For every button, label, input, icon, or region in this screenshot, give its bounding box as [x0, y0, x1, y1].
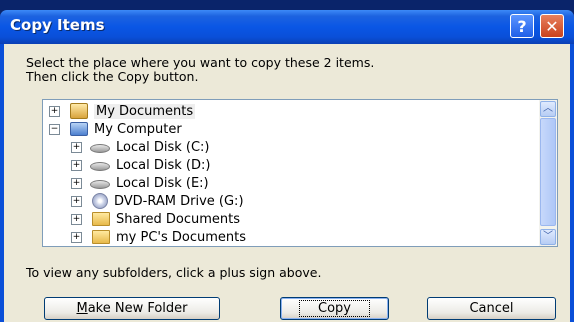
expand-icon[interactable]: +	[71, 213, 82, 225]
window-frame-right	[570, 44, 574, 322]
tree-item-label: Shared Documents	[116, 211, 241, 227]
mnemonic-letter: M	[76, 301, 88, 316]
expand-icon[interactable]: +	[49, 105, 60, 117]
tree-item-my-documents[interactable]: + My Documents	[49, 102, 196, 120]
copy-items-dialog: Copy Items ? ✕ Select the place where yo…	[0, 0, 574, 322]
close-button[interactable]: ✕	[540, 14, 564, 38]
dialog-body: Select the place where you want to copy …	[4, 44, 570, 322]
tree-item-dvd-ram-drive[interactable]: + DVD-RAM Drive (G:)	[71, 192, 244, 210]
tree-item-label: Local Disk (E:)	[116, 175, 209, 191]
copy-button[interactable]: Copy	[280, 297, 389, 320]
subfolder-hint-text: To view any subfolders, click a plus sig…	[26, 265, 322, 280]
tree-item-local-disk-c[interactable]: + Local Disk (C:)	[71, 138, 209, 156]
hard-disk-icon	[90, 180, 110, 189]
vertical-scrollbar[interactable]: ︿ ﹀	[539, 100, 557, 246]
scroll-thumb[interactable]	[540, 118, 556, 226]
tree-item-label: my PC's Documents	[116, 229, 247, 245]
help-button[interactable]: ?	[510, 14, 534, 38]
tree-item-local-disk-e[interactable]: + Local Disk (E:)	[71, 174, 209, 192]
folder-tree[interactable]: + My Documents − My Computer + Local Dis…	[42, 99, 558, 247]
hard-disk-icon	[90, 144, 110, 153]
scroll-up-button[interactable]: ︿	[540, 101, 556, 117]
folder-icon	[92, 230, 110, 244]
hard-disk-icon	[90, 162, 110, 171]
expand-icon[interactable]: +	[71, 141, 82, 153]
tree-item-shared-documents[interactable]: + Shared Documents	[71, 210, 240, 228]
tree-item-label: Local Disk (C:)	[116, 139, 210, 155]
tree-item-label: My Documents	[94, 103, 196, 119]
button-label: Copy	[299, 300, 370, 317]
expand-icon[interactable]: +	[71, 195, 82, 207]
tree-item-label: DVD-RAM Drive (G:)	[114, 193, 244, 209]
cancel-button[interactable]: Cancel	[427, 297, 556, 320]
tree-item-local-disk-d[interactable]: + Local Disk (D:)	[71, 156, 210, 174]
expand-icon[interactable]: +	[71, 231, 82, 243]
collapse-icon[interactable]: −	[49, 123, 60, 135]
scroll-down-button[interactable]: ﹀	[540, 229, 556, 245]
instruction-line-2: Then click the Copy button.	[26, 69, 199, 84]
folder-icon	[92, 212, 110, 226]
make-new-folder-button[interactable]: Make New Folder	[44, 297, 220, 320]
my-computer-icon	[70, 122, 88, 136]
tree-item-label: Local Disk (D:)	[116, 157, 211, 173]
expand-icon[interactable]: +	[71, 177, 82, 189]
dvd-drive-icon	[92, 193, 108, 209]
title-bar[interactable]: Copy Items ? ✕	[0, 10, 574, 44]
tree-item-label: My Computer	[94, 121, 182, 137]
tree-item-my-computer[interactable]: − My Computer	[49, 120, 182, 138]
tree-item-my-pcs-documents[interactable]: + my PC's Documents	[71, 228, 246, 246]
expand-icon[interactable]: +	[71, 159, 82, 171]
my-documents-icon	[70, 103, 88, 119]
instruction-text: Select the place where you want to copy …	[26, 56, 374, 84]
dialog-title: Copy Items	[10, 16, 105, 34]
button-label: ake New Folder	[87, 301, 188, 316]
instruction-line-1: Select the place where you want to copy …	[26, 55, 375, 70]
